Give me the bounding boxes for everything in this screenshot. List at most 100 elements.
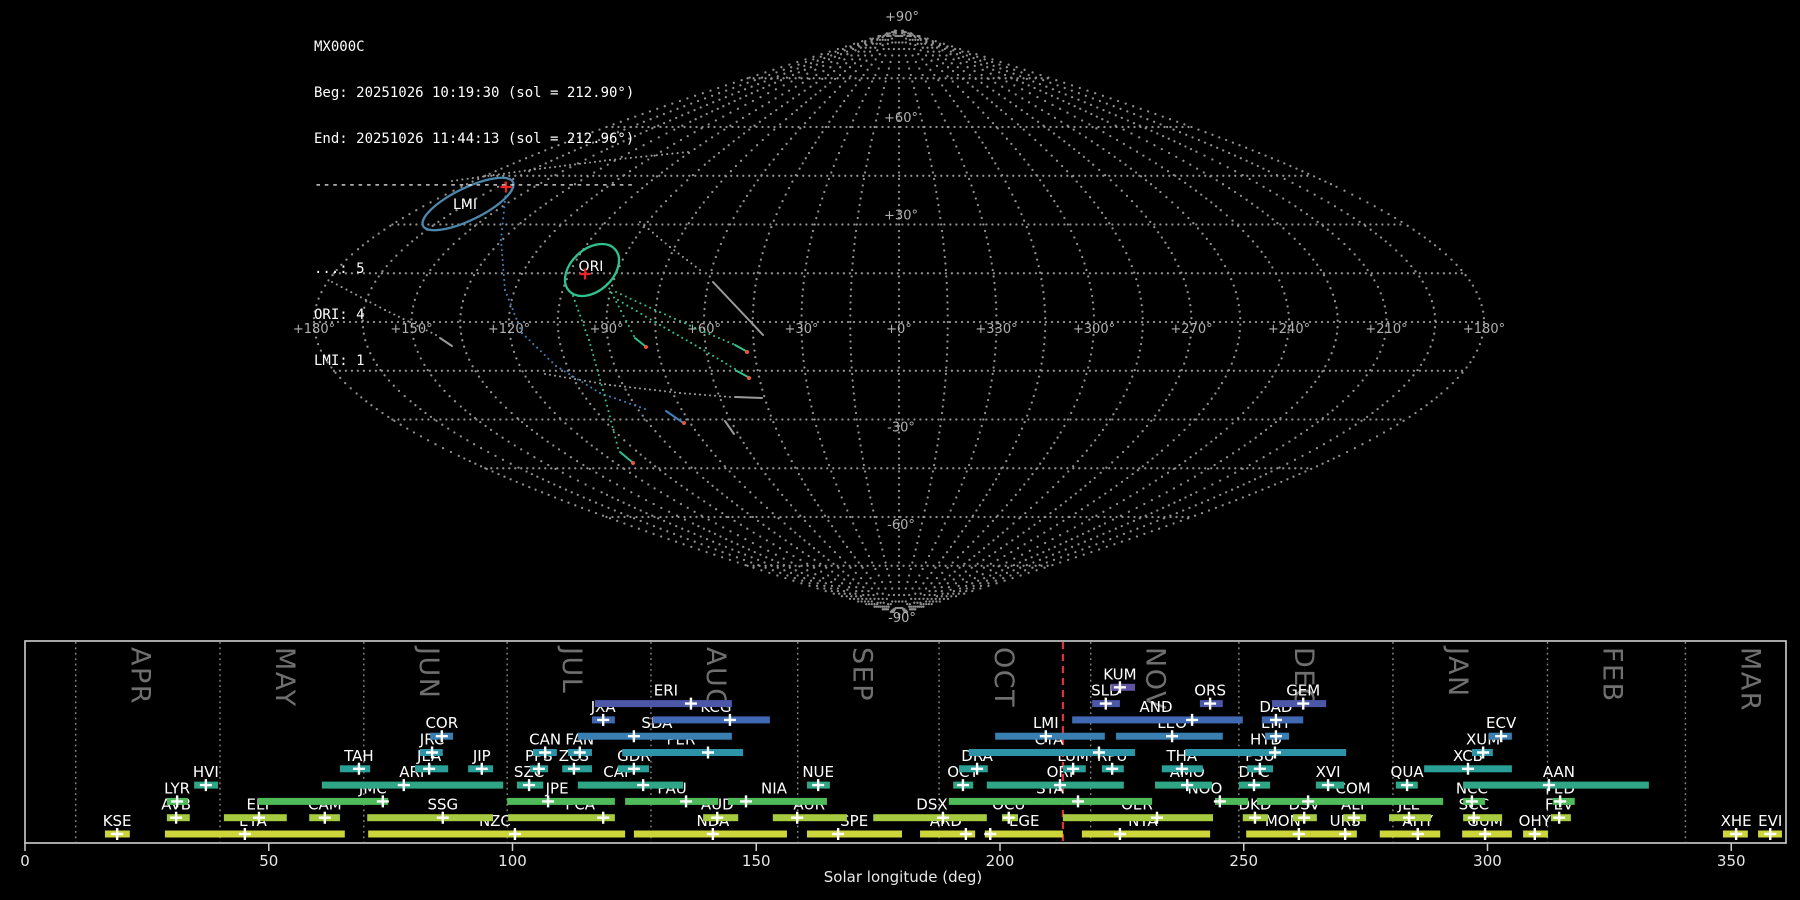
shower-label-QUA: QUA bbox=[1391, 763, 1425, 781]
shower-label-OHY: OHY bbox=[1519, 812, 1552, 830]
month-label-JUL: JUL bbox=[556, 645, 587, 694]
shower-bar-AND bbox=[1072, 716, 1243, 724]
shower-bar-CAP bbox=[577, 781, 684, 789]
shower-JIP: JIP bbox=[468, 747, 493, 775]
month-label-MAR: MAR bbox=[1734, 647, 1765, 712]
dec-label: +30° bbox=[884, 209, 918, 224]
month-label-JUN: JUN bbox=[413, 645, 444, 699]
dec-label: -60° bbox=[887, 518, 915, 533]
ra-label: +0° bbox=[886, 322, 912, 337]
shower-COR: COR bbox=[425, 714, 458, 743]
x-tick-label: 200 bbox=[986, 852, 1015, 870]
shower-marker-PCA bbox=[597, 811, 610, 824]
shower-bar-SPE bbox=[806, 830, 903, 838]
shower-label-LYR: LYR bbox=[164, 779, 190, 797]
shower-marker-NIA bbox=[740, 795, 753, 808]
shower-TAH: TAH bbox=[339, 747, 374, 775]
shower-XCB: XCB bbox=[1424, 747, 1512, 775]
shower-label-EVI: EVI bbox=[1758, 812, 1782, 830]
meteor-monitor-screen: +180° +150° +120° +90° +60° +30° +0° +330° +300°… bbox=[0, 0, 1800, 900]
month-label-OCT: OCT bbox=[988, 647, 1019, 708]
begin-time-line: Beg: 20251026 10:19:30 (sol = 212.90°) bbox=[314, 85, 635, 102]
x-tick-label: 50 bbox=[259, 852, 278, 870]
shower-label-HVI: HVI bbox=[193, 763, 219, 781]
shower-ORS: ORS bbox=[1194, 682, 1226, 710]
shower-bar-AHY bbox=[1379, 830, 1441, 838]
shower-label-DSX: DSX bbox=[916, 796, 947, 814]
month-label-SEP: SEP bbox=[847, 647, 878, 702]
shower-marker-EGE bbox=[984, 828, 997, 840]
shower-bar-JPE bbox=[507, 797, 615, 805]
shower-bar-PAU bbox=[625, 797, 719, 805]
shower-HVI: HVI bbox=[193, 763, 219, 792]
month-label-APR: APR bbox=[125, 647, 156, 705]
shower-label-GEM: GEM bbox=[1286, 682, 1320, 700]
end-time-line: End: 20251026 11:44:13 (sol = 212.96°) bbox=[314, 131, 635, 148]
shower-bar-OER bbox=[1062, 814, 1214, 822]
x-tick-label: 250 bbox=[1229, 852, 1258, 870]
radiant-and-activity-plot: +180° +150° +120° +90° +60° +30° +0° +330° +300°… bbox=[20, 10, 1787, 886]
ra-label: +330° bbox=[975, 322, 1017, 337]
shower-label-NIA: NIA bbox=[761, 779, 788, 797]
shower-LYR: LYR bbox=[164, 779, 190, 808]
shower-ECV: ECV bbox=[1486, 714, 1517, 743]
ra-label: +30° bbox=[785, 322, 819, 337]
shower-bar-ERI bbox=[594, 700, 732, 708]
shower-label-JPE: JPE bbox=[545, 779, 569, 797]
shower-marker-CAP bbox=[637, 779, 650, 792]
ra-label: +270° bbox=[1170, 322, 1212, 337]
trail-sporadic-4 bbox=[724, 420, 735, 435]
shower-label-ECV: ECV bbox=[1486, 714, 1517, 732]
shower-label-TAH: TAH bbox=[343, 747, 374, 765]
shower-label-AAN: AAN bbox=[1543, 763, 1575, 781]
x-axis: 0 50 100 150 200 250 300 350 bbox=[20, 843, 1746, 870]
shower-bar-EGE bbox=[984, 830, 1063, 838]
month-label-FEB: FEB bbox=[1596, 647, 1627, 703]
shower-label-JIP: JIP bbox=[472, 747, 491, 765]
shower-bar-COM bbox=[1256, 797, 1444, 805]
shower-bar-NZC bbox=[368, 830, 626, 838]
x-tick-label: 150 bbox=[742, 852, 771, 870]
shower-bar-PER bbox=[622, 749, 744, 756]
activity-chart: APRMAYJUNJULAUGSEPOCTNOVDECJANFEBMARKSEE… bbox=[20, 640, 1787, 870]
x-tick-label: 0 bbox=[20, 852, 30, 870]
shower-EVI: EVI bbox=[1758, 812, 1782, 840]
south-pole-label: -90° bbox=[888, 611, 916, 626]
x-tick-label: 100 bbox=[498, 852, 527, 870]
shower-XHE: XHE bbox=[1721, 812, 1752, 840]
shower-label-SSG: SSG bbox=[427, 796, 458, 814]
shower-label-KUM: KUM bbox=[1103, 665, 1136, 683]
shower-bar-KCG bbox=[652, 716, 770, 724]
shower-label-AND: AND bbox=[1140, 698, 1173, 716]
shower-label-KSE: KSE bbox=[103, 812, 132, 830]
x-tick-label: 300 bbox=[1473, 852, 1502, 870]
shower-marker-PER bbox=[701, 746, 714, 759]
shower-bar-SSG bbox=[367, 814, 493, 822]
shower-EGE: EGE bbox=[984, 812, 1063, 840]
shower-marker-AND bbox=[1186, 713, 1199, 726]
shower-QUA: QUA bbox=[1391, 763, 1425, 792]
shower-bar-CTA bbox=[968, 749, 1136, 756]
shower-CAN: CAN bbox=[529, 731, 561, 759]
shower-bar-ARI bbox=[321, 781, 504, 789]
shower-marker-STA bbox=[1072, 795, 1084, 808]
shower-bar-JMC bbox=[258, 797, 389, 805]
shower-label-COR: COR bbox=[425, 714, 458, 732]
observation-info-block: MX000C Beg: 20251026 10:19:30 (sol = 212… bbox=[314, 9, 634, 431]
shower-bar-STA bbox=[948, 797, 1153, 805]
shower-bar-AAN bbox=[1463, 781, 1649, 789]
shower-bar-HYD bbox=[1185, 749, 1347, 756]
ra-label: +300° bbox=[1073, 322, 1115, 337]
shower-bars: KSEETANZCNDASPEARDEGENTAMONURSAHYGUMOHYX… bbox=[103, 665, 1782, 840]
dec-label: -30° bbox=[887, 421, 915, 436]
ra-label: +210° bbox=[1365, 322, 1407, 337]
shower-bar-SDA bbox=[577, 732, 732, 740]
dec-label: +60° bbox=[884, 111, 918, 126]
shower-NUE: NUE bbox=[802, 763, 834, 792]
ra-label: +180° bbox=[1463, 322, 1505, 337]
shower-bar-DAD bbox=[1261, 716, 1304, 724]
shower-label-ORS: ORS bbox=[1194, 682, 1226, 700]
shower-OHY: OHY bbox=[1519, 812, 1552, 840]
month-label-JAN: JAN bbox=[1442, 645, 1473, 698]
shower-label-CAN: CAN bbox=[529, 731, 561, 749]
